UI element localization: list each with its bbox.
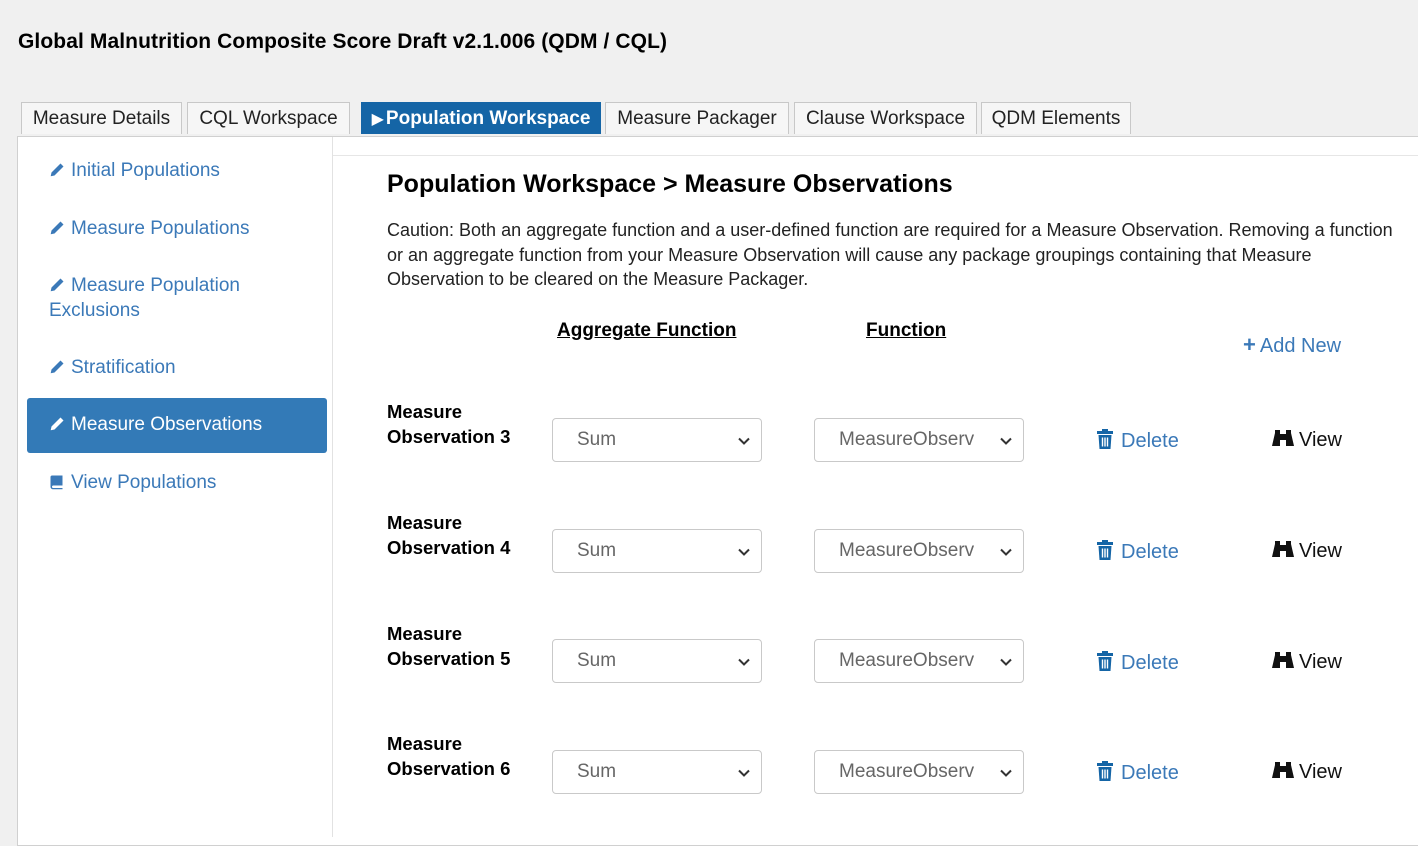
aggregate-function-header: Aggregate Function xyxy=(557,320,737,341)
trash-icon xyxy=(1097,651,1113,671)
sidebar-item-initial-populations[interactable]: Initial Populations xyxy=(27,158,327,183)
function-header: Function xyxy=(866,320,947,341)
binoculars-icon xyxy=(1272,652,1294,668)
tab-clause-workspace[interactable]: Clause Workspace xyxy=(794,102,977,134)
chevron-down-icon xyxy=(738,658,750,666)
trash-icon xyxy=(1097,429,1113,449)
add-new-button[interactable]: + Add New xyxy=(1243,332,1341,358)
view-button[interactable]: View xyxy=(1272,650,1342,674)
observation-label: Measure Observation 5 xyxy=(387,623,511,669)
pencil-icon xyxy=(50,360,64,374)
binoculars-icon xyxy=(1272,541,1294,557)
sidebar-item-stratification[interactable]: Stratification xyxy=(27,355,327,380)
tab-measure-details[interactable]: Measure Details xyxy=(21,102,182,134)
delete-button[interactable]: Delete xyxy=(1095,428,1179,453)
sidebar-item-measure-population-exclusions[interactable]: Measure Population Exclusions xyxy=(27,273,267,323)
chevron-down-icon xyxy=(738,548,750,556)
caution-text: Caution: Both an aggregate function and … xyxy=(387,220,1393,289)
chevron-down-icon xyxy=(738,769,750,777)
tab-cql-workspace[interactable]: CQL Workspace xyxy=(187,102,350,134)
pencil-icon xyxy=(50,163,64,177)
book-icon xyxy=(50,475,63,490)
tab-qdm-elements[interactable]: QDM Elements xyxy=(981,102,1131,134)
pencil-icon xyxy=(50,278,64,292)
chevron-down-icon xyxy=(1000,769,1012,777)
chevron-down-icon xyxy=(1000,658,1012,666)
function-select[interactable]: MeasureObserv xyxy=(814,750,1024,794)
trash-icon xyxy=(1097,540,1113,560)
delete-button[interactable]: Delete xyxy=(1095,650,1179,675)
app-title: Global Malnutrition Composite Score Draf… xyxy=(18,30,668,53)
trash-icon xyxy=(1097,761,1113,781)
chevron-down-icon xyxy=(1000,437,1012,445)
page-title: Population Workspace > Measure Observati… xyxy=(387,170,953,198)
binoculars-icon xyxy=(1272,430,1294,446)
delete-button[interactable]: Delete xyxy=(1095,760,1179,785)
plus-icon: + xyxy=(1243,332,1256,357)
sidebar-item-measure-observations[interactable]: Measure Observations xyxy=(27,398,327,453)
aggregate-function-select[interactable]: Sum xyxy=(552,750,762,794)
pencil-icon xyxy=(50,221,64,235)
view-button[interactable]: View xyxy=(1272,428,1342,452)
sidebar-item-view-populations[interactable]: View Populations xyxy=(27,470,327,495)
tab-measure-packager[interactable]: Measure Packager xyxy=(605,102,789,134)
aggregate-function-select[interactable]: Sum xyxy=(552,639,762,683)
sidebar: Initial Populations Measure Populations … xyxy=(19,137,333,837)
chevron-down-icon xyxy=(738,437,750,445)
aggregate-function-select[interactable]: Sum xyxy=(552,529,762,573)
divider xyxy=(333,155,1418,156)
function-select[interactable]: MeasureObserv xyxy=(814,639,1024,683)
observation-label: Measure Observation 6 xyxy=(387,733,511,779)
aggregate-function-select[interactable]: Sum xyxy=(552,418,762,462)
observation-label: Measure Observation 3 xyxy=(387,401,511,447)
binoculars-icon xyxy=(1272,762,1294,778)
delete-button[interactable]: Delete xyxy=(1095,539,1179,564)
function-select[interactable]: MeasureObserv xyxy=(814,418,1024,462)
view-button[interactable]: View xyxy=(1272,539,1342,563)
view-button[interactable]: View xyxy=(1272,760,1342,784)
sidebar-item-measure-populations[interactable]: Measure Populations xyxy=(27,216,327,241)
chevron-down-icon xyxy=(1000,548,1012,556)
play-arrow-icon: ▶ xyxy=(371,111,384,128)
observation-label: Measure Observation 4 xyxy=(387,512,511,558)
pencil-icon xyxy=(50,417,64,431)
tab-population-workspace[interactable]: ▶ Population Workspace xyxy=(361,102,601,134)
function-select[interactable]: MeasureObserv xyxy=(814,529,1024,573)
